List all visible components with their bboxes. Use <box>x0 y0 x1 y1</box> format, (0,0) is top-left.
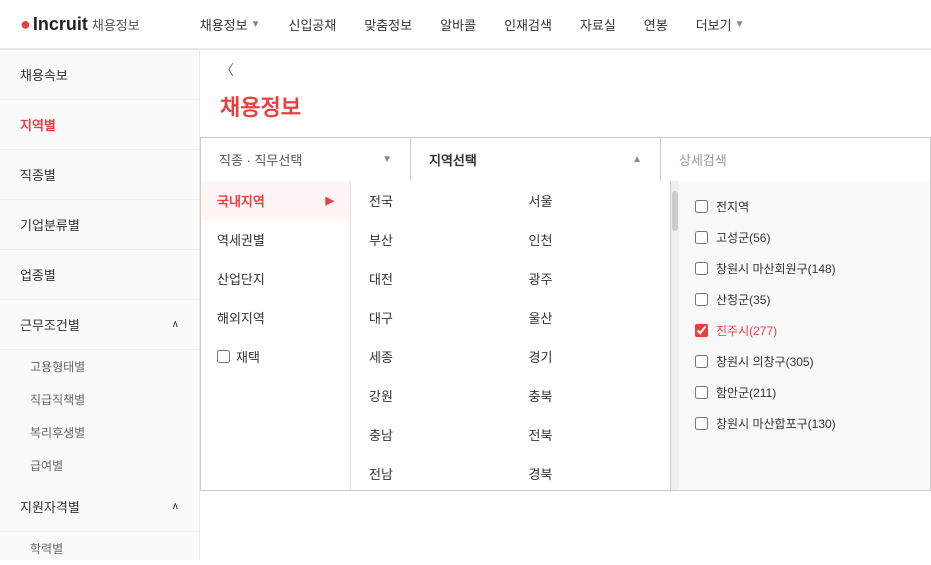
logo-text: Incruit <box>33 14 88 35</box>
region-detail-창원마산합포구[interactable]: 창원시 마산합포구(130) <box>679 408 930 439</box>
logo-icon: ● <box>20 14 31 35</box>
region-대전[interactable]: 대전 <box>351 259 511 298</box>
sidebar-sub-복리후생별[interactable]: 복리후생별 <box>0 416 199 449</box>
main-content: 〈 채용정보 직종 · 직무선택 ▼ 지역선택 ▲ 상세검색 국내지역 <box>200 50 931 560</box>
nav-item-자료실[interactable]: 자료실 <box>580 15 616 34</box>
checkbox-산청군[interactable] <box>695 293 708 306</box>
chevron-up-icon: ▲ <box>632 154 642 165</box>
sidebar-item-업종별[interactable]: 업종별 <box>0 250 199 300</box>
region-list-panel: 전국 서울 부산 인천 대전 광주 대구 울산 세종 경기 강원 충북 충남 전… <box>351 181 671 490</box>
chevron-down-icon: ▼ <box>251 19 261 30</box>
region-detail-진주시[interactable]: 진주시(277) <box>679 315 930 346</box>
back-button[interactable]: 〈 <box>200 50 931 90</box>
checkbox-고성군[interactable] <box>695 231 708 244</box>
region-광주[interactable]: 광주 <box>511 259 671 298</box>
checkbox-진주시[interactable] <box>695 324 708 337</box>
chevron-up-icon: ∧ <box>172 319 179 330</box>
region-강원[interactable]: 강원 <box>351 376 511 415</box>
region-충북[interactable]: 충북 <box>511 376 671 415</box>
nav-item-맞춤정보[interactable]: 맞춤정보 <box>364 15 412 34</box>
nav-item-알바콜[interactable]: 알바콜 <box>440 15 476 34</box>
region-detail-panel: 전지역 고성군(56) 창원시 마산회원구(148) 산청군(35) 진주시(2… <box>679 181 930 490</box>
region-충남[interactable]: 충남 <box>351 415 511 454</box>
region-overseas[interactable]: 해외지역 <box>201 298 350 337</box>
checkbox-창원마산회원구[interactable] <box>695 262 708 275</box>
region-detail-함안군[interactable]: 함안군(211) <box>679 377 930 408</box>
region-detail-고성군[interactable]: 고성군(56) <box>679 222 930 253</box>
nav-item-채용정보[interactable]: 채용정보 ▼ <box>200 15 261 34</box>
region-세종[interactable]: 세종 <box>351 337 511 376</box>
remote-checkbox[interactable] <box>217 350 230 363</box>
logo-subtitle: 채용정보 <box>92 15 140 34</box>
region-서울[interactable]: 서울 <box>511 181 671 220</box>
sidebar: 채용속보 지역별 직종별 기업분류별 업종별 근무조건별 ∧ 고용형태별 직급직… <box>0 50 200 560</box>
sidebar-sub-직급직책별[interactable]: 직급직책별 <box>0 383 199 416</box>
sidebar-sub-학력별[interactable]: 학력별 <box>0 532 199 565</box>
job-filter-button[interactable]: 직종 · 직무선택 ▼ <box>201 138 411 181</box>
region-detail-전지역[interactable]: 전지역 <box>679 191 930 222</box>
checkbox-창원마산합포구[interactable] <box>695 417 708 430</box>
region-경기[interactable]: 경기 <box>511 337 671 376</box>
chevron-up-icon: ∧ <box>172 501 179 512</box>
header: ● Incruit 채용정보 채용정보 ▼ 신입공채 맞춤정보 알바콜 인재검색… <box>0 0 931 50</box>
sidebar-item-채용속보[interactable]: 채용속보 <box>0 50 199 100</box>
region-경북[interactable]: 경북 <box>511 454 671 490</box>
sidebar-item-지역별[interactable]: 지역별 <box>0 100 199 150</box>
sidebar-item-근무조건별[interactable]: 근무조건별 ∧ <box>0 300 199 350</box>
logo[interactable]: ● Incruit 채용정보 <box>20 14 140 35</box>
region-울산[interactable]: 울산 <box>511 298 671 337</box>
nav-item-신입공채[interactable]: 신입공채 <box>288 15 336 34</box>
detail-search-label[interactable]: 상세검색 <box>661 138 930 181</box>
region-dropdown: 국내지역 ▶ 역세권별 산업단지 해외지역 재택 <box>200 181 931 491</box>
layout: 채용속보 지역별 직종별 기업분류별 업종별 근무조건별 ∧ 고용형태별 직급직… <box>0 50 931 560</box>
region-domestic[interactable]: 국내지역 ▶ <box>201 181 350 220</box>
checkbox-전지역[interactable] <box>695 200 708 213</box>
region-remote[interactable]: 재택 <box>201 337 350 376</box>
region-인천[interactable]: 인천 <box>511 220 671 259</box>
chevron-down-icon: ▼ <box>382 154 392 165</box>
sidebar-item-지원자격별[interactable]: 지원자격별 ∧ <box>0 482 199 532</box>
region-grid: 전국 서울 부산 인천 대전 광주 대구 울산 세종 경기 강원 충북 충남 전… <box>351 181 670 490</box>
region-category-panel: 국내지역 ▶ 역세권별 산업단지 해외지역 재택 <box>201 181 351 490</box>
region-부산[interactable]: 부산 <box>351 220 511 259</box>
region-전국[interactable]: 전국 <box>351 181 511 220</box>
filter-bar: 직종 · 직무선택 ▼ 지역선택 ▲ 상세검색 <box>200 137 931 181</box>
region-detail-창원의창구[interactable]: 창원시 의창구(305) <box>679 346 930 377</box>
nav-item-더보기[interactable]: 더보기 ▼ <box>696 15 745 34</box>
nav-item-연봉[interactable]: 연봉 <box>644 15 668 34</box>
scrollbar-thumb[interactable] <box>672 191 678 231</box>
chevron-down-icon: ▼ <box>735 19 745 30</box>
arrow-right-icon: ▶ <box>326 194 334 207</box>
main-nav: 채용정보 ▼ 신입공채 맞춤정보 알바콜 인재검색 자료실 연봉 더보기 ▼ <box>200 15 745 34</box>
nav-item-인재검색[interactable]: 인재검색 <box>504 15 552 34</box>
region-전남[interactable]: 전남 <box>351 454 511 490</box>
region-industrial[interactable]: 산업단지 <box>201 259 350 298</box>
sidebar-sub-고용형태별[interactable]: 고용형태별 <box>0 350 199 383</box>
region-detail-산청군[interactable]: 산청군(35) <box>679 284 930 315</box>
region-subway[interactable]: 역세권별 <box>201 220 350 259</box>
checkbox-창원의창구[interactable] <box>695 355 708 368</box>
sidebar-sub-급여별[interactable]: 급여별 <box>0 449 199 482</box>
sidebar-item-직종별[interactable]: 직종별 <box>0 150 199 200</box>
checkbox-함안군[interactable] <box>695 386 708 399</box>
sidebar-item-기업분류별[interactable]: 기업분류별 <box>0 200 199 250</box>
region-filter-button[interactable]: 지역선택 ▲ <box>411 138 661 181</box>
scrollbar[interactable] <box>671 181 679 490</box>
region-대구[interactable]: 대구 <box>351 298 511 337</box>
region-detail-창원마산회원구[interactable]: 창원시 마산회원구(148) <box>679 253 930 284</box>
region-전북[interactable]: 전북 <box>511 415 671 454</box>
page-title: 채용정보 <box>200 90 931 137</box>
